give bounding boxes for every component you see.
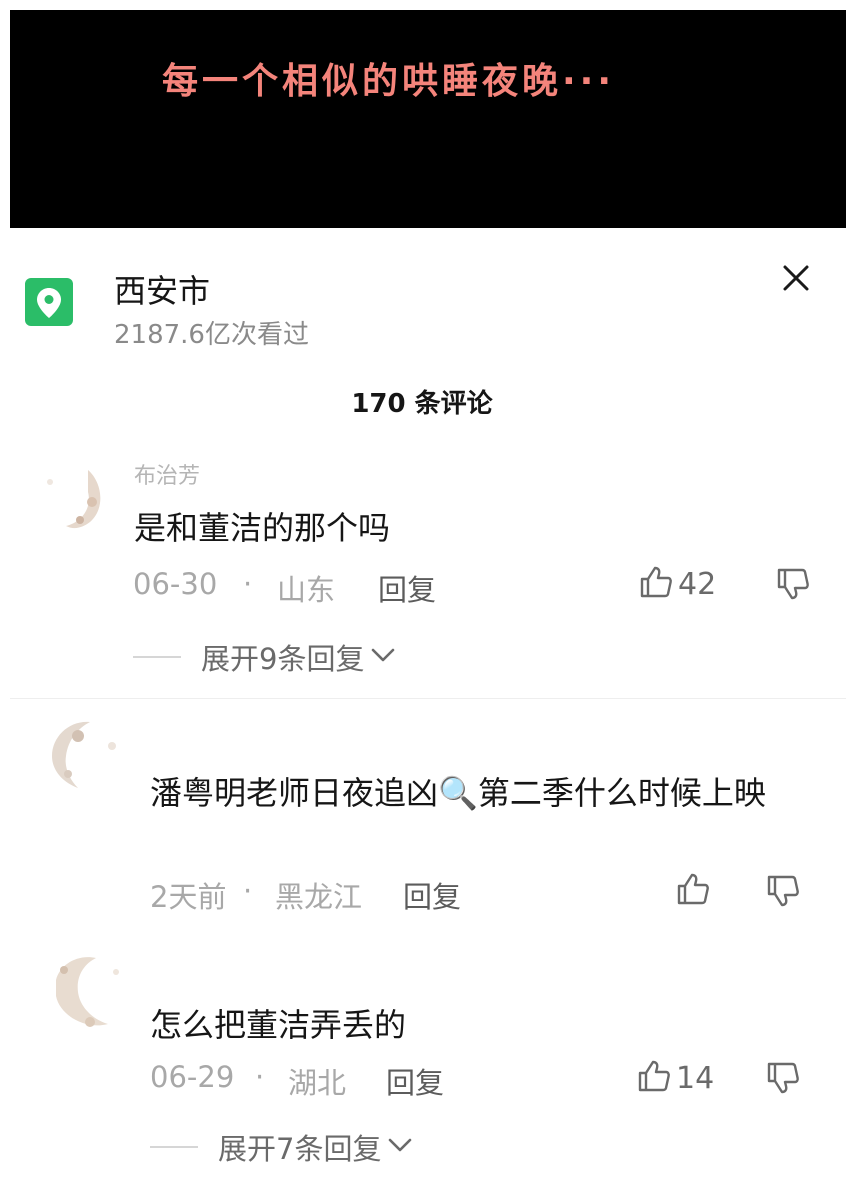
reply-button[interactable]: 回复 — [386, 1060, 444, 1102]
reply-button[interactable]: 回复 — [403, 874, 461, 916]
chevron-down-icon — [370, 645, 396, 669]
expand-replies-label: 展开7条回复 — [218, 1132, 382, 1166]
location-name[interactable]: 西安市 — [114, 266, 210, 312]
section-divider — [10, 698, 846, 699]
divider — [150, 1146, 198, 1148]
thumbs-down-icon — [775, 568, 811, 606]
comment-count: 170 条评论 — [351, 389, 493, 419]
comment-region: 黑龙江 — [275, 880, 363, 914]
close-icon[interactable] — [778, 260, 814, 296]
comment-region: 湖北 — [288, 1066, 347, 1100]
username[interactable]: 布治芳 — [134, 458, 200, 490]
thumbs-down-icon — [765, 875, 801, 913]
comment-text: 潘粤明老师日夜追凶🔍第二季什么时候上映 — [150, 774, 766, 812]
like-button[interactable]: 14 — [636, 1058, 714, 1098]
comment-date: 06-29 — [150, 1060, 235, 1094]
dislike-button[interactable] — [765, 873, 805, 913]
meta-separator: · — [243, 874, 253, 908]
comment-text: 是和董洁的那个吗 — [134, 509, 391, 547]
meta-separator: · — [255, 1060, 265, 1094]
thumbs-up-icon — [636, 1058, 672, 1098]
expand-replies-button[interactable]: 展开7条回复 — [150, 1126, 413, 1168]
like-count: 14 — [676, 1060, 715, 1096]
avatar[interactable] — [48, 716, 128, 796]
dislike-button[interactable] — [775, 566, 815, 606]
video-caption: 每一个相似的哄睡夜晚··· — [162, 61, 616, 102]
divider — [133, 656, 181, 658]
thumbs-up-icon — [638, 564, 674, 604]
location-pin-icon — [25, 278, 73, 326]
dislike-button[interactable] — [765, 1060, 805, 1100]
avatar[interactable] — [50, 950, 130, 1030]
location-views: 2187.6亿次看过 — [114, 320, 309, 350]
comment-region: 山东 — [277, 573, 336, 607]
comment-text: 怎么把董洁弄丢的 — [150, 1006, 407, 1044]
like-button[interactable]: 42 — [638, 564, 716, 604]
avatar[interactable] — [30, 452, 110, 532]
thumbs-down-icon — [765, 1062, 801, 1100]
comment-date: 2天前 — [150, 880, 227, 914]
expand-replies-button[interactable]: 展开9条回复 — [133, 636, 396, 678]
comment-date: 06-30 — [133, 567, 218, 601]
video-banner[interactable]: 每一个相似的哄睡夜晚··· — [10, 10, 846, 228]
like-button[interactable] — [675, 871, 715, 911]
expand-replies-label: 展开9条回复 — [201, 642, 365, 676]
chevron-down-icon — [387, 1135, 413, 1159]
like-count: 42 — [678, 566, 717, 602]
thumbs-up-icon — [675, 871, 711, 911]
reply-button[interactable]: 回复 — [378, 567, 436, 609]
meta-separator: · — [243, 567, 253, 601]
